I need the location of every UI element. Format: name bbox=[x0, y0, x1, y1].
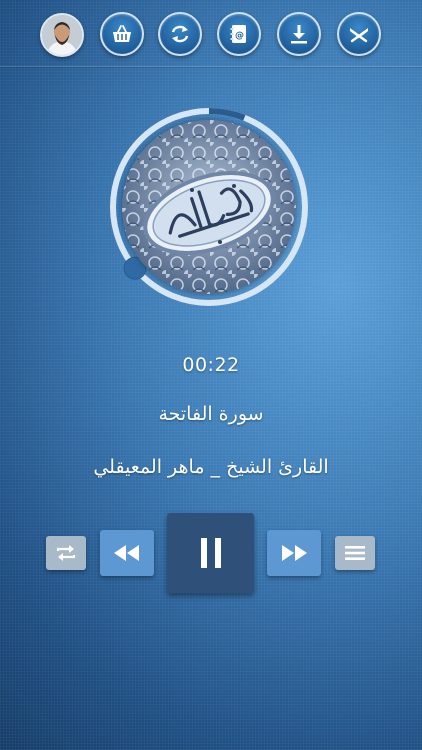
quran-book-icon bbox=[350, 28, 368, 43]
svg-text:@: @ bbox=[235, 31, 244, 41]
list-icon bbox=[345, 546, 365, 560]
reciter-avatar[interactable] bbox=[40, 13, 84, 57]
rewind-icon bbox=[114, 545, 139, 561]
contacts-button[interactable]: @ bbox=[217, 12, 261, 56]
play-pause-button[interactable] bbox=[167, 513, 254, 593]
download-icon bbox=[291, 25, 307, 44]
refresh-icon bbox=[171, 25, 189, 43]
repeat-icon bbox=[56, 545, 76, 561]
surah-title: سورة الفاتحة bbox=[158, 403, 264, 425]
elapsed-time: 00:22 bbox=[182, 354, 240, 376]
download-button[interactable] bbox=[277, 12, 321, 56]
reciter-name: القارئ الشيخ _ ماهر المعيقلي bbox=[93, 456, 329, 478]
playlist-button[interactable] bbox=[335, 536, 375, 570]
pause-icon bbox=[200, 538, 221, 568]
top-toolbar: @ bbox=[0, 0, 422, 67]
quran-calligraphy-cover bbox=[122, 120, 296, 294]
basket-icon bbox=[113, 25, 131, 42]
basket-button[interactable] bbox=[100, 12, 144, 56]
reciter-avatar-image bbox=[42, 15, 82, 55]
refresh-button[interactable] bbox=[158, 12, 202, 56]
fast-forward-button[interactable] bbox=[267, 530, 321, 576]
quran-book-button[interactable] bbox=[337, 12, 381, 56]
fast-forward-icon bbox=[282, 545, 307, 561]
contacts-icon: @ bbox=[230, 25, 246, 43]
album-cover bbox=[122, 120, 296, 294]
rewind-button[interactable] bbox=[100, 530, 154, 576]
repeat-button[interactable] bbox=[46, 536, 86, 570]
artwork-area bbox=[106, 104, 312, 310]
